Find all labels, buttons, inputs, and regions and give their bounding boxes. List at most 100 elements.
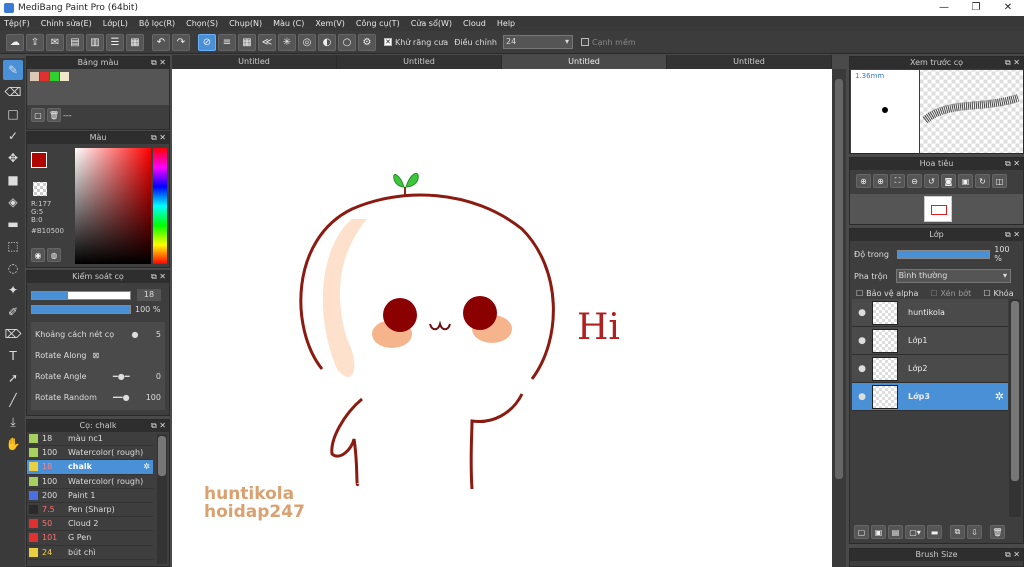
brush-opacity-slider[interactable] xyxy=(31,305,131,314)
new-layer-icon[interactable]: ▢ xyxy=(854,525,869,539)
new-8bit-layer-icon[interactable]: ▤ xyxy=(888,525,903,539)
brush-list-item[interactable]: 24 bút chì xyxy=(27,545,153,560)
brush-list-item[interactable]: 7.5 Pen (Sharp) xyxy=(27,502,153,518)
eye-icon[interactable]: ● xyxy=(852,364,872,374)
rotate-right-icon[interactable]: ↻ xyxy=(975,174,990,188)
layer-opacity-slider[interactable] xyxy=(896,249,991,259)
new-page-icon[interactable]: ▢ xyxy=(31,108,45,122)
navigator-thumbnail[interactable] xyxy=(850,194,1023,224)
snap-perspective-icon[interactable]: ≪ xyxy=(258,33,276,51)
rotate-reset-icon[interactable]: ◙ xyxy=(941,174,956,188)
duplicate-layer-icon[interactable]: ⧉ xyxy=(950,525,965,539)
blend-mode-select[interactable]: Bình thường xyxy=(895,269,1011,283)
palette-swatch[interactable] xyxy=(40,72,49,81)
eyedropper-icon[interactable]: ⤓ xyxy=(3,412,23,432)
mirror-icon[interactable]: ◫ xyxy=(992,174,1007,188)
delete-layer-icon[interactable]: 🗑 xyxy=(990,525,1005,539)
grid-layout-icon[interactable]: ▦ xyxy=(126,33,144,51)
rotate-random-slider-icon[interactable]: ━━● xyxy=(113,393,130,402)
palette-swatch[interactable] xyxy=(30,72,39,81)
brush-list-item[interactable]: 18 màu nc1 xyxy=(27,432,153,447)
panel-buttons-icon[interactable]: ⧉ ✕ xyxy=(151,420,166,432)
fit-icon[interactable]: ⛶ xyxy=(890,174,905,188)
panel-buttons-icon[interactable]: ⧉ ✕ xyxy=(1005,549,1020,561)
redo-icon[interactable]: ↷ xyxy=(172,33,190,51)
hue-slider[interactable] xyxy=(153,148,167,264)
menu-help[interactable]: Help xyxy=(497,19,515,28)
snap-concentric-icon[interactable]: ◎ xyxy=(298,33,316,51)
gradient-tool-icon[interactable]: ▬ xyxy=(3,214,23,234)
zoom-in-icon[interactable]: ⊕ xyxy=(856,174,871,188)
panel-buttons-icon[interactable]: ⧉ ✕ xyxy=(1005,57,1020,69)
panel-buttons-icon[interactable]: ⧉ ✕ xyxy=(1005,158,1020,170)
menu-view[interactable]: Xem(V) xyxy=(315,19,345,28)
lasso-tool-icon[interactable]: ◌ xyxy=(3,258,23,278)
panel-buttons-icon[interactable]: ⧉ ✕ xyxy=(151,271,166,283)
panel-buttons-icon[interactable]: ⧉ ✕ xyxy=(151,57,166,69)
drawing-canvas[interactable]: Hi huntikola hoidap247 xyxy=(172,69,832,567)
snap-circle-icon[interactable]: ○ xyxy=(338,33,356,51)
color-mixer-icon[interactable]: ◍ xyxy=(47,248,61,262)
hand-tool-icon[interactable]: ✋ xyxy=(3,434,23,454)
close-button[interactable]: ✕ xyxy=(992,0,1024,16)
menu-file[interactable]: Tệp(F) xyxy=(4,19,30,28)
upload-icon[interactable]: ⇪ xyxy=(26,33,44,51)
zoom-out-icon[interactable]: ⊖ xyxy=(907,174,922,188)
select-rect-icon[interactable]: ⬚ xyxy=(3,236,23,256)
undo-icon[interactable]: ↶ xyxy=(152,33,170,51)
snap-settings-icon[interactable]: ⚙ xyxy=(358,33,376,51)
panel-buttons-icon[interactable]: ⧉ ✕ xyxy=(151,132,166,144)
rotate-left-icon[interactable]: ↺ xyxy=(924,174,939,188)
tab-untitled-3[interactable]: Untitled xyxy=(502,55,667,69)
brush-list-item[interactable]: 100 Watercolor( rough) xyxy=(27,446,153,461)
clipping-checkbox[interactable]: ☐ xyxy=(930,289,937,298)
tab-untitled-1[interactable]: Untitled xyxy=(172,55,337,69)
rotate-along-checkbox[interactable]: ⊠ xyxy=(92,351,99,360)
add-layer-menu-icon[interactable]: ▢▾ xyxy=(905,525,925,539)
move-tool-icon[interactable]: ✥ xyxy=(3,148,23,168)
rotate-angle-slider-icon[interactable]: ━●━ xyxy=(113,372,130,381)
brush-list-item[interactable]: 200 Paint 1 xyxy=(27,488,153,503)
chat-icon[interactable]: ▤ xyxy=(66,33,84,51)
operation-tool-icon[interactable]: ➚ xyxy=(3,368,23,388)
brush-list-item[interactable]: 101 G Pen xyxy=(27,531,153,546)
minimize-button[interactable]: — xyxy=(928,0,960,16)
layer-row-lop3[interactable]: ● Lớp3 ✲ xyxy=(852,383,1008,411)
tab-untitled-2[interactable]: Untitled xyxy=(337,55,502,69)
list-icon[interactable]: ☰ xyxy=(106,33,124,51)
flip-icon[interactable]: ▣ xyxy=(958,174,973,188)
zoom-in-2-icon[interactable]: ⊕ xyxy=(873,174,888,188)
panel-buttons-icon[interactable]: ⧉ ✕ xyxy=(1005,229,1020,241)
brush-size-slider[interactable] xyxy=(31,290,131,300)
eye-icon[interactable]: ● xyxy=(852,392,872,402)
menu-cloud[interactable]: Cloud xyxy=(463,19,486,28)
menu-edit[interactable]: Chỉnh sửa(E) xyxy=(41,19,92,28)
color-wheel-icon[interactable]: ◉ xyxy=(31,248,45,262)
lock-checkbox[interactable]: ☐ xyxy=(983,289,990,298)
shape-tool-icon[interactable]: □ xyxy=(3,104,23,124)
canvas-scrollbar[interactable] xyxy=(832,69,846,567)
menu-color[interactable]: Màu (C) xyxy=(273,19,304,28)
foreground-color[interactable] xyxy=(31,152,47,168)
transparent-color[interactable] xyxy=(33,182,47,196)
dot-pen-icon[interactable]: ✓ xyxy=(3,126,23,146)
eye-icon[interactable]: ● xyxy=(852,336,872,346)
folder-icon[interactable]: ▬ xyxy=(927,525,942,539)
fill-rect-icon[interactable]: ■ xyxy=(3,170,23,190)
layer-row-lop1[interactable]: ● Lớp1 xyxy=(852,327,1008,355)
trash-icon[interactable]: 🗑 xyxy=(47,108,61,122)
divide-tool-icon[interactable]: ╱ xyxy=(3,390,23,410)
soft-edge-checkbox[interactable]: Cạnh mềm xyxy=(580,38,636,47)
brush-tool-icon[interactable]: ✎ xyxy=(3,60,23,80)
brush-list-item[interactable]: 18 chalk ✲ xyxy=(27,460,153,475)
document-icon[interactable]: ▥ xyxy=(86,33,104,51)
menu-filter[interactable]: Bộ lọc(R) xyxy=(139,19,175,28)
eraser-tool-icon[interactable]: ⌫ xyxy=(3,82,23,102)
brush-list-item[interactable]: 100 Watercolor( rough) xyxy=(27,474,153,489)
layer-row-huntikola[interactable]: ● huntikola xyxy=(852,299,1008,327)
antialias-checkbox[interactable]: ✕ Khử răng cưa xyxy=(384,38,448,47)
merge-layer-icon[interactable]: ⇩ xyxy=(967,525,982,539)
select-eraser-icon[interactable]: ⌦ xyxy=(3,324,23,344)
adjust-select[interactable]: 24 xyxy=(502,35,573,49)
snap-curve-icon[interactable]: ◐ xyxy=(318,33,336,51)
